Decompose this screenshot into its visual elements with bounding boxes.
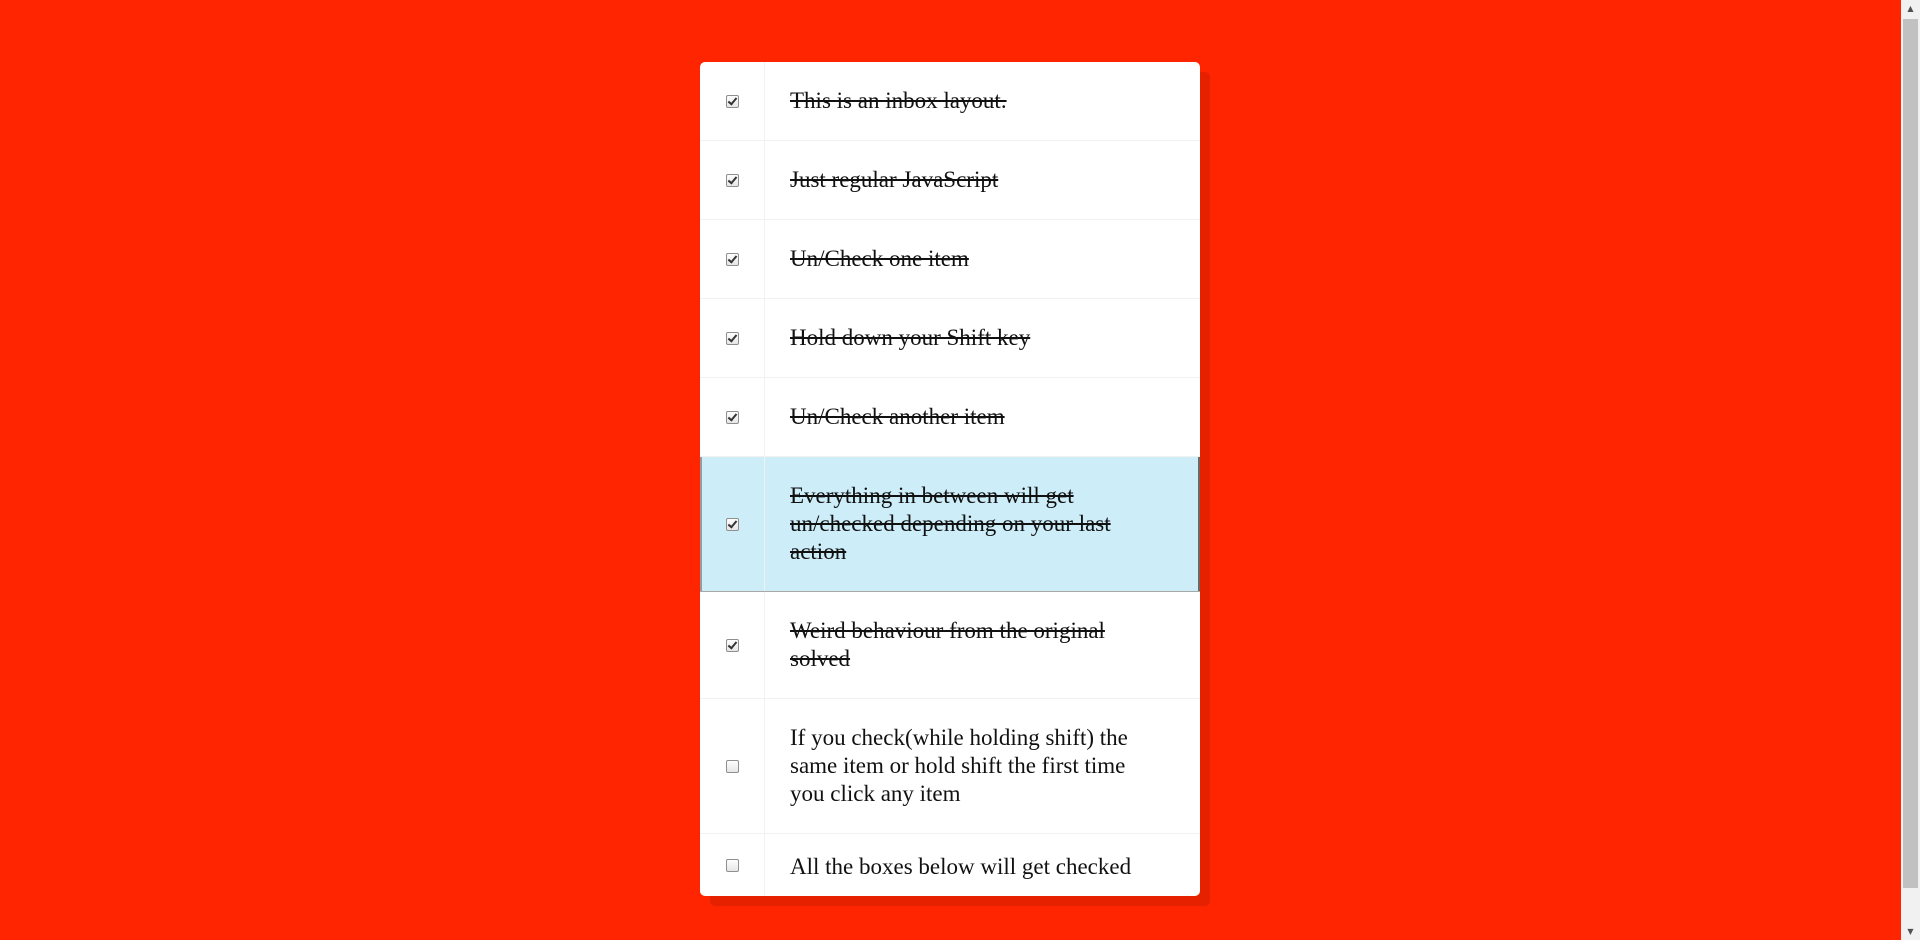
checkbox-cell [700, 62, 765, 140]
list-item[interactable]: All the boxes below will get checked [700, 834, 1200, 896]
checkbox-cell [700, 378, 765, 456]
item-label[interactable]: All the boxes below will get checked [765, 834, 1200, 896]
list-item[interactable]: Weird behaviour from the original solved [700, 592, 1200, 699]
checkbox-cell [700, 592, 765, 698]
scroll-thumb[interactable] [1903, 19, 1918, 888]
checkbox[interactable] [725, 331, 739, 345]
checkbox[interactable] [725, 410, 739, 424]
checkbox-cell [700, 699, 765, 833]
item-label[interactable]: Un/Check one item [765, 220, 1200, 298]
checkbox[interactable] [725, 638, 739, 652]
checkbox[interactable] [725, 759, 739, 773]
item-label[interactable]: Weird behaviour from the original solved [765, 592, 1200, 698]
scroll-up-arrow-icon[interactable]: ▲ [1901, 0, 1920, 17]
checkbox-cell [700, 220, 765, 298]
checkbox[interactable] [725, 94, 739, 108]
item-label[interactable]: Un/Check another item [765, 378, 1200, 456]
item-label[interactable]: This is an inbox layout. [765, 62, 1200, 140]
checkbox[interactable] [725, 173, 739, 187]
checkbox-cell [700, 299, 765, 377]
list-item[interactable]: Just regular JavaScript [700, 141, 1200, 220]
list-item[interactable]: This is an inbox layout. [700, 62, 1200, 141]
item-label[interactable]: If you check(while holding shift) the sa… [765, 699, 1200, 833]
checkbox[interactable] [725, 252, 739, 266]
list-item-hovered[interactable]: Everything in between will get un/checke… [700, 457, 1200, 592]
item-label[interactable]: Hold down your Shift key [765, 299, 1200, 377]
list-item[interactable]: Un/Check another item [700, 378, 1200, 457]
checkbox-cell [700, 141, 765, 219]
checkbox[interactable] [725, 517, 739, 531]
list-item[interactable]: Un/Check one item [700, 220, 1200, 299]
checkbox-cell [700, 834, 765, 896]
item-label[interactable]: Just regular JavaScript [765, 141, 1200, 219]
scroll-down-arrow-icon[interactable]: ▼ [1901, 923, 1920, 940]
checkbox[interactable] [725, 858, 739, 872]
item-label[interactable]: Everything in between will get un/checke… [765, 457, 1200, 591]
list-item[interactable]: If you check(while holding shift) the sa… [700, 699, 1200, 834]
checkbox-cell [700, 457, 765, 591]
vertical-scrollbar[interactable]: ▲ ▼ [1901, 0, 1920, 940]
list-item[interactable]: Hold down your Shift key [700, 299, 1200, 378]
inbox-list: This is an inbox layout. Just regular Ja… [700, 62, 1200, 896]
